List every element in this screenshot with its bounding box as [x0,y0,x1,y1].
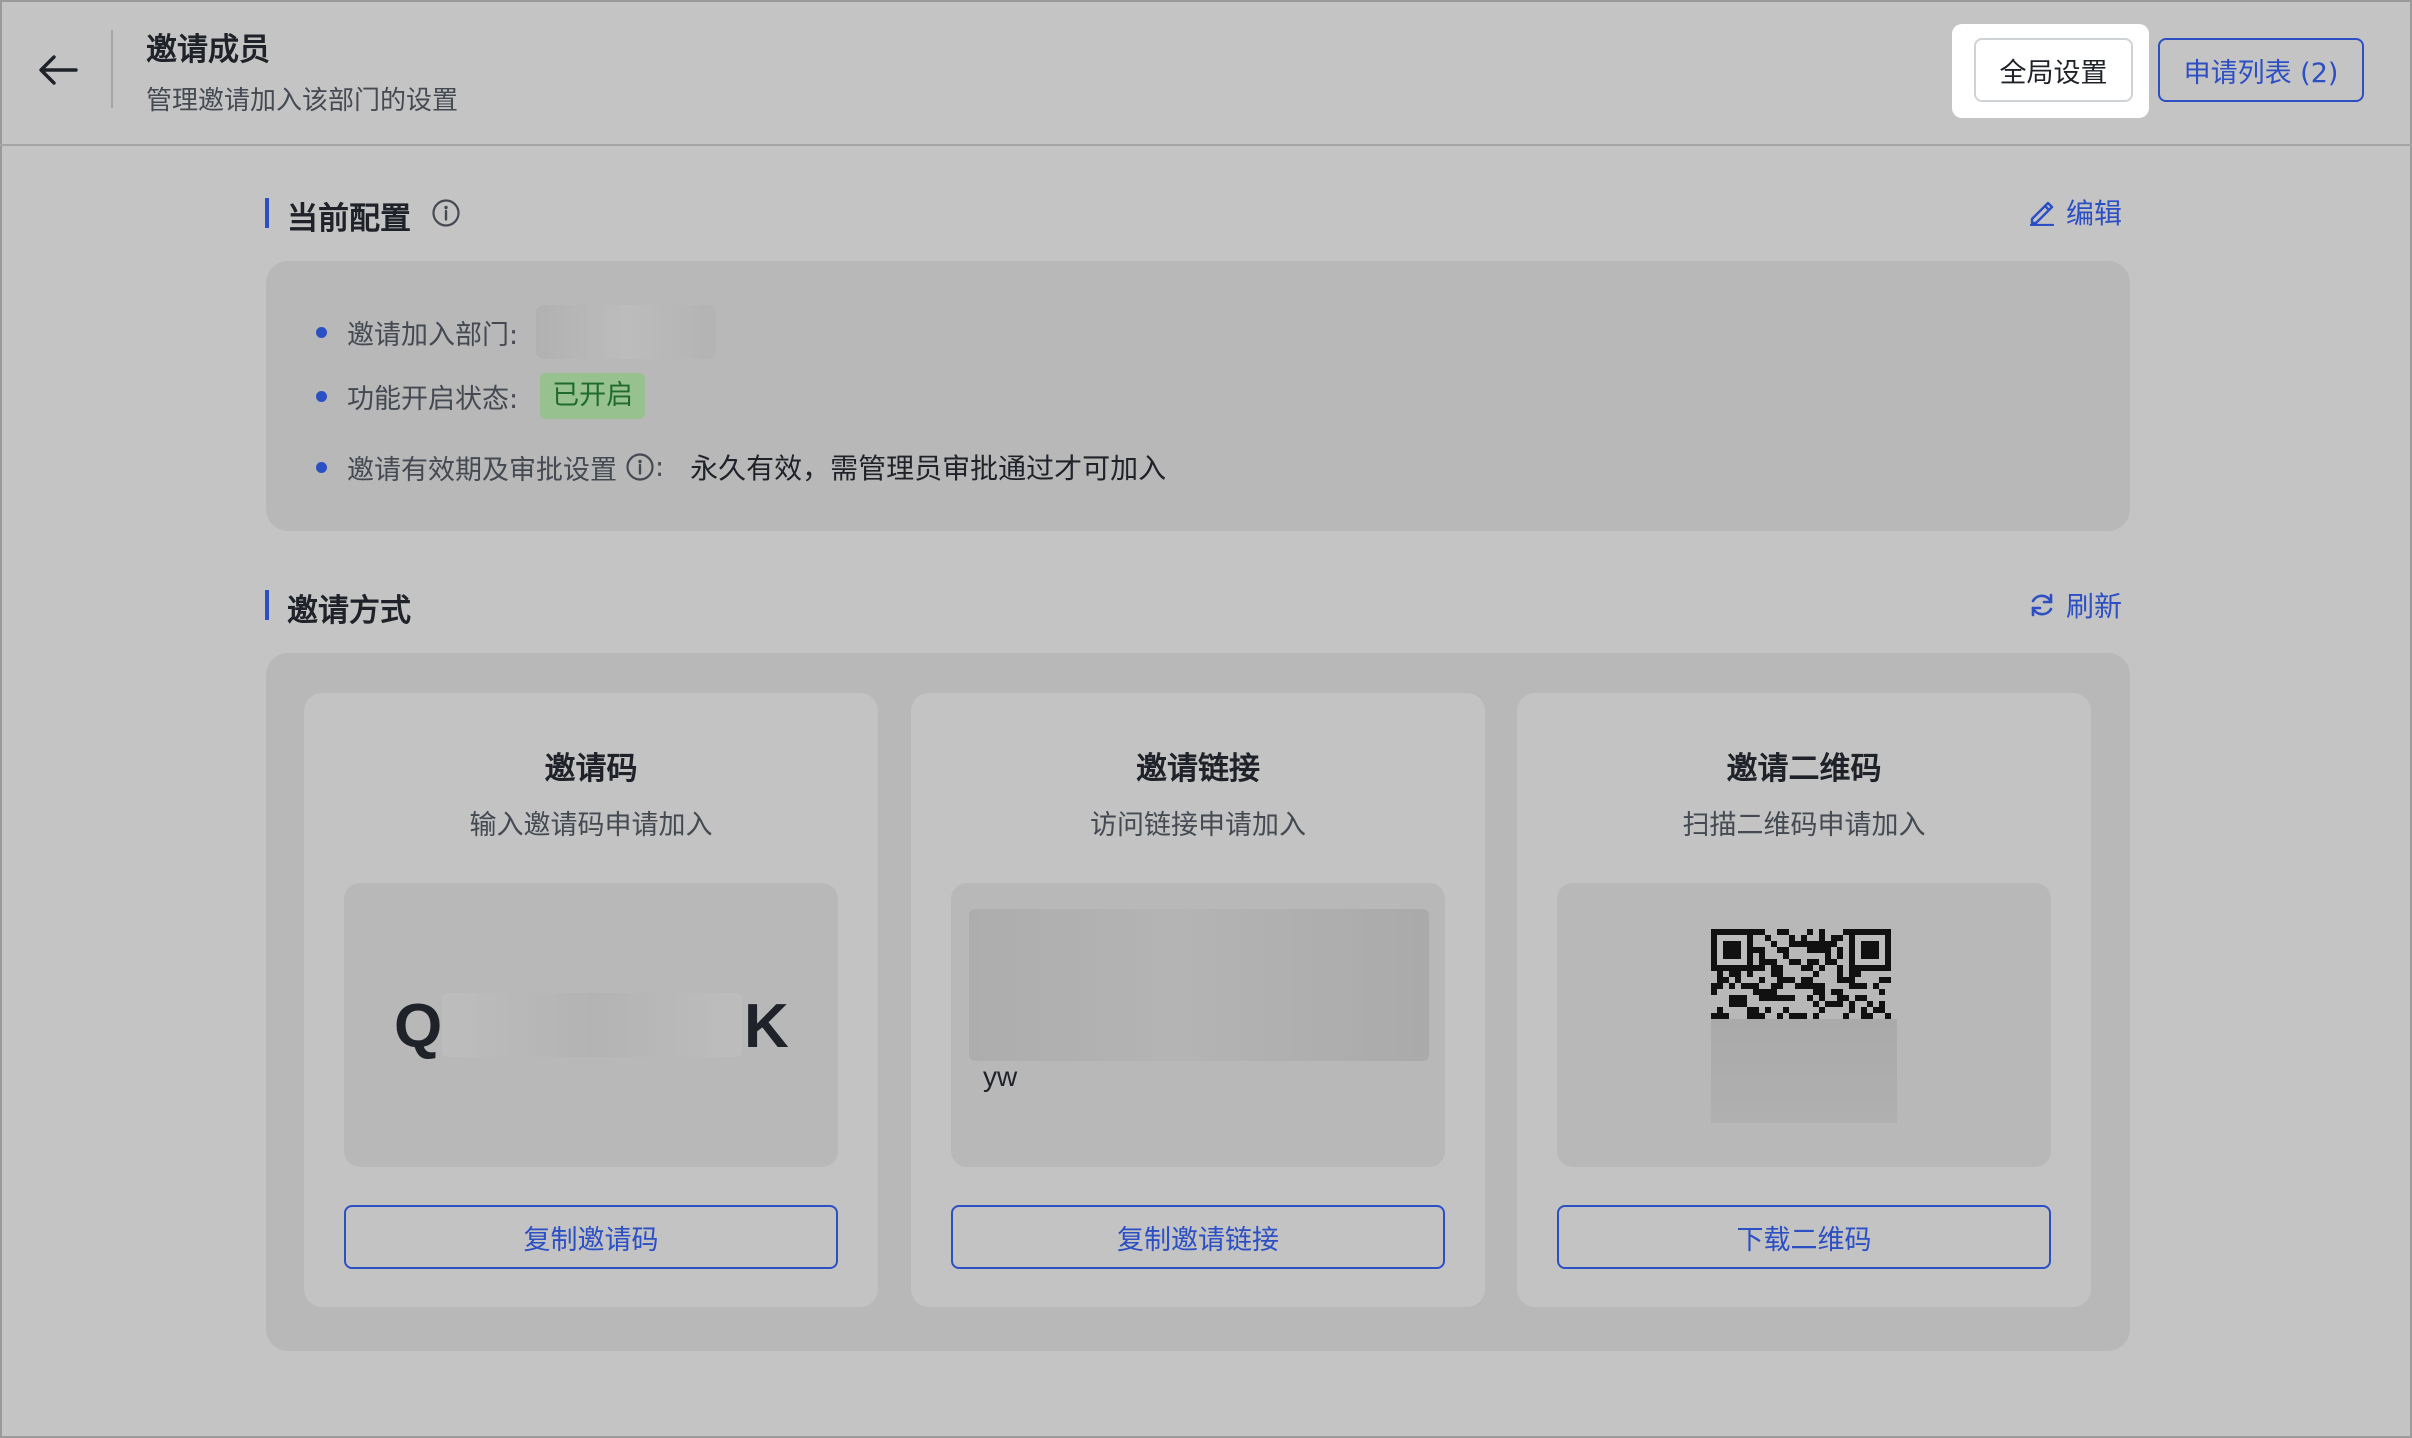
section-accent-bar [265,590,269,620]
invite-link-redacted [969,909,1429,1061]
status-badge: 已开启 [540,373,646,419]
refresh-label: 刷新 [2066,590,2123,623]
config-row-validity: 邀请有效期及审批设置 : 永久有效，需管理员审批通过才可加入 [316,447,1166,487]
bullet [316,461,327,473]
config-row-label: 功能开启状态: [347,383,519,415]
invite-code-last-char: K [744,992,789,1061]
config-row-label: 邀请有效期及审批设置 [347,454,617,486]
card-title: 邀请码 [544,751,638,787]
page-title: 邀请成员 [146,32,270,68]
card-desc: 输入邀请码申请加入 [469,810,713,841]
qr-code-redacted [1711,1019,1897,1123]
header-divider [111,30,113,108]
back-button[interactable] [34,48,82,92]
qr-code-icon [1711,929,1897,1123]
config-row-department: 邀请加入部门: [316,305,717,359]
validity-value: 永久有效，需管理员审批通过才可加入 [690,452,1167,485]
refresh-button[interactable]: 刷新 [2028,585,2122,625]
arrow-left-icon [39,55,78,85]
card-desc: 访问链接申请加入 [1090,810,1306,841]
edit-label: 编辑 [2066,197,2123,230]
invite-qr-display [1557,883,2051,1167]
invite-panel: 邀请码 输入邀请码申请加入 Q K 复制邀请码 邀请链接 访问链接申请加入 yw… [266,653,2130,1351]
invite-link-tail: yw [983,1061,1018,1092]
copy-invite-link-button[interactable]: 复制邀请链接 [951,1205,1445,1269]
invite-qr-card: 邀请二维码 扫描二维码申请加入 下载二维码 [1517,693,2091,1307]
invite-link-display: yw [951,883,1445,1167]
card-title: 邀请二维码 [1726,751,1882,787]
config-row-status: 功能开启状态: 已开启 [316,373,646,419]
apply-list-button[interactable]: 申请列表 (2) [2158,38,2364,102]
info-circle-icon[interactable] [430,197,462,229]
card-desc: 扫描二维码申请加入 [1682,810,1926,841]
copy-invite-code-button[interactable]: 复制邀请码 [344,1205,838,1269]
invite-code-redacted [442,993,742,1057]
invite-link-card: 邀请链接 访问链接申请加入 yw 复制邀请链接 [911,693,1485,1307]
download-qr-button[interactable]: 下载二维码 [1557,1205,2051,1269]
info-circle-icon[interactable] [625,452,655,482]
global-settings-button[interactable]: 全局设置 [1974,38,2133,102]
invite-code-display: Q K [344,883,838,1167]
refresh-icon [2031,593,2053,617]
config-row-suffix: : [655,451,665,483]
bullet [316,390,327,402]
page-subtitle: 管理邀请加入该部门的设置 [146,86,459,116]
config-panel: 邀请加入部门: 功能开启状态: 已开启 邀请有效期及审批设置 : 永久有效，需管… [266,261,2130,531]
invite-code-first-char: Q [394,992,443,1061]
page-header: 邀请成员 管理邀请加入该部门的设置 全局设置 申请列表 (2) [0,0,2412,146]
invite-section-title: 邀请方式 [287,593,411,629]
card-title: 邀请链接 [1136,751,1260,787]
config-section-title: 当前配置 [287,201,411,237]
section-accent-bar [265,198,269,228]
edit-button[interactable]: 编辑 [2028,192,2122,232]
config-row-label: 邀请加入部门: [347,319,519,351]
bullet [316,326,327,338]
invite-code-card: 邀请码 输入邀请码申请加入 Q K 复制邀请码 [304,693,878,1307]
pencil-icon [2029,201,2055,226]
department-value-redacted [536,305,717,359]
